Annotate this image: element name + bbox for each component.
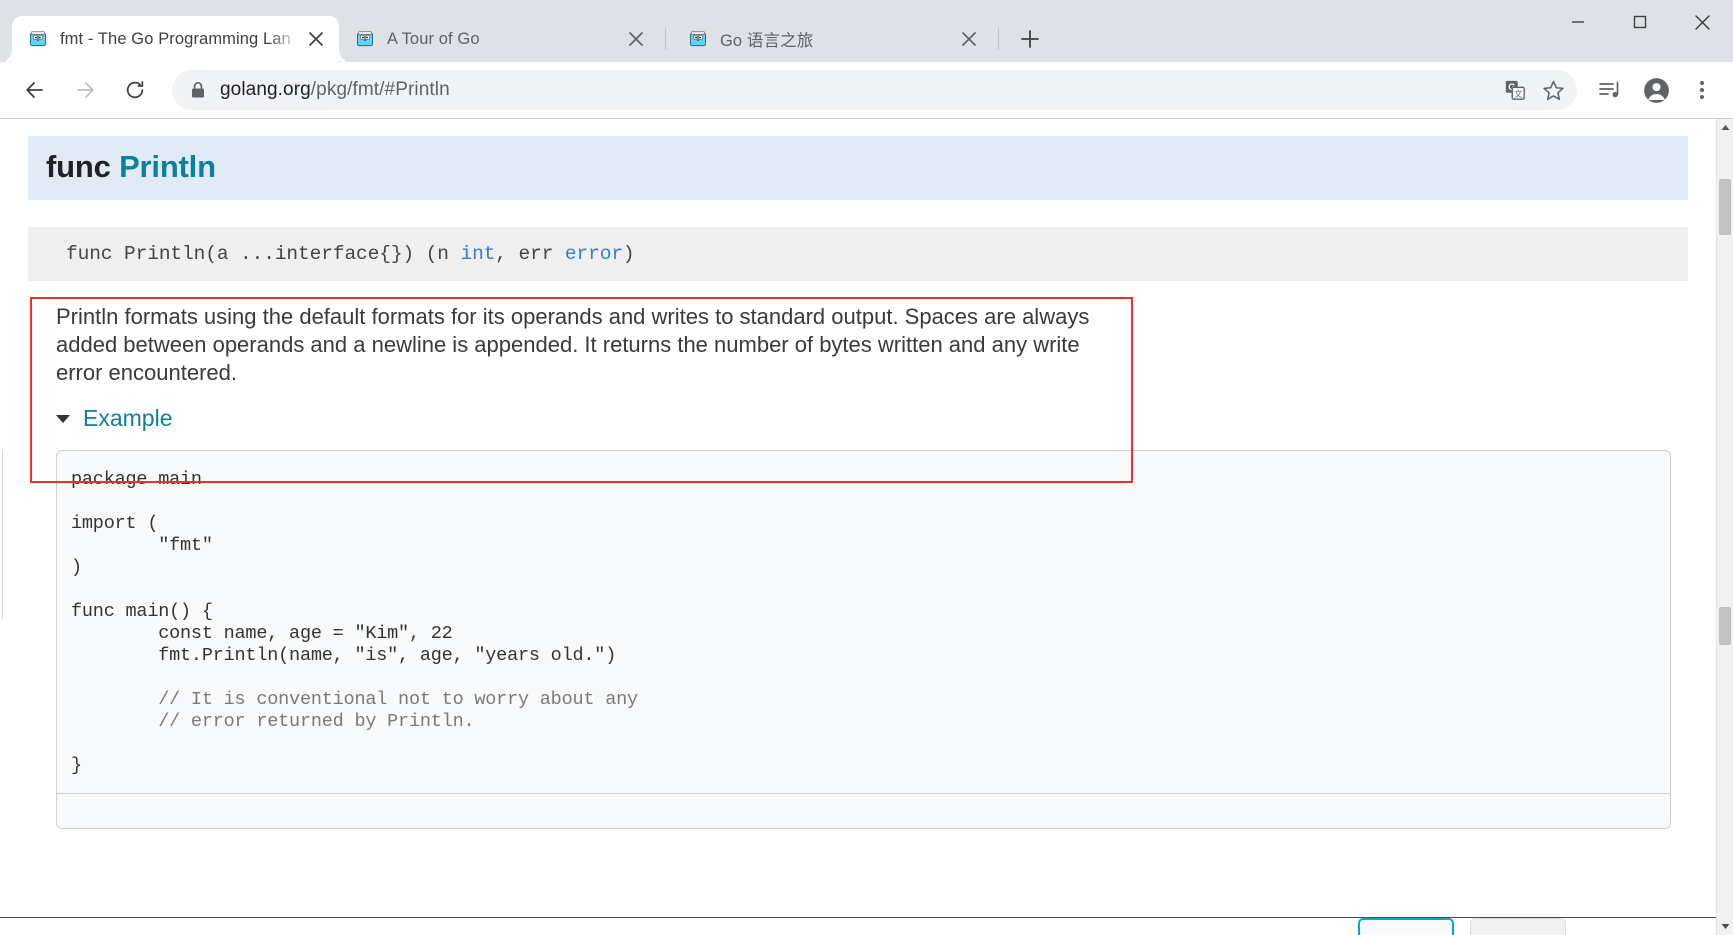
tab-title: Go 语言之旅	[720, 32, 814, 50]
gopher-icon	[688, 29, 708, 49]
scroll-down-arrow-icon[interactable]	[1717, 918, 1733, 935]
gopher-icon	[28, 29, 48, 49]
url-text: golang.org/pkg/fmt/#Println	[220, 79, 1495, 101]
media-playlist-icon[interactable]	[1589, 69, 1631, 111]
signature-part-2: , err	[495, 243, 565, 265]
example-action-bar	[0, 917, 1716, 935]
func-name: Println	[119, 149, 216, 184]
address-bar[interactable]: golang.org/pkg/fmt/#Println G 文	[172, 70, 1577, 110]
function-description: Println formats using the default format…	[56, 304, 1090, 386]
scroll-up-arrow-icon[interactable]	[1717, 119, 1733, 136]
gopher-icon	[355, 29, 375, 49]
three-dot-menu-icon[interactable]	[1681, 69, 1723, 111]
tab-title: A Tour of Go	[387, 29, 480, 48]
example-panel-footer	[57, 793, 1670, 829]
example-code-comment-2: // error returned by Println.	[158, 711, 475, 733]
tab-separator	[665, 28, 666, 50]
example-code-head: package main import ( "fmt" ) func main(…	[71, 469, 617, 667]
tab-a-tour-of-go[interactable]: A Tour of Go	[339, 16, 659, 62]
signature-part-1: func Println(a ...interface{}) (n	[66, 243, 461, 265]
maximize-icon[interactable]	[1609, 0, 1671, 44]
new-tab-button[interactable]	[1011, 20, 1049, 58]
browser-titlebar: fmt - The Go Programming Lan A Tour of G…	[0, 0, 1733, 62]
minimize-icon[interactable]	[1547, 0, 1609, 44]
example-toggle[interactable]: Example	[28, 405, 1688, 432]
function-signature: func Println(a ...interface{}) (n int, e…	[28, 227, 1688, 281]
run-button[interactable]	[1358, 918, 1454, 935]
web-page-content: func Println func Println(a ...interface…	[0, 119, 1716, 935]
scrollbar-thumb[interactable]	[1719, 179, 1731, 235]
scrollbar-thumb-secondary[interactable]	[1719, 607, 1731, 645]
vertical-scrollbar[interactable]	[1716, 119, 1733, 935]
url-path: /pkg/fmt/#Println	[310, 79, 450, 100]
page-title: func Println	[28, 136, 1688, 200]
type-link-int[interactable]: int	[460, 243, 495, 265]
url-host: golang.org	[220, 79, 311, 100]
close-icon[interactable]	[956, 26, 982, 52]
page-viewport: func Println func Println(a ...interface…	[0, 118, 1733, 935]
tab-title: fmt - The Go Programming Lan	[60, 29, 291, 48]
example-code-comment-1: // It is conventional not to worry about…	[158, 689, 638, 711]
go-doc-body: func Println func Println(a ...interface…	[0, 136, 1716, 830]
close-icon[interactable]	[1671, 0, 1733, 44]
browser-toolbar: golang.org/pkg/fmt/#Println G 文	[0, 62, 1733, 118]
translate-icon[interactable]: G 文	[1497, 72, 1533, 108]
example-code[interactable]: package main import ( "fmt" ) func main(…	[57, 451, 1670, 793]
browser-window: fmt - The Go Programming Lan A Tour of G…	[0, 0, 1733, 935]
example-code-tail: }	[71, 755, 82, 777]
forward-arrow-icon	[63, 68, 107, 112]
svg-text:文: 文	[1514, 89, 1522, 99]
signature-part-3: )	[622, 243, 635, 265]
tab-fmt-go-programming-language[interactable]: fmt - The Go Programming Lan	[12, 16, 339, 62]
format-button[interactable]	[1470, 918, 1566, 935]
type-link-error[interactable]: error	[565, 243, 623, 265]
tab-strip: fmt - The Go Programming Lan A Tour of G…	[0, 0, 1547, 62]
tab-separator	[998, 28, 999, 50]
back-arrow-icon[interactable]	[13, 68, 57, 112]
lock-icon	[190, 81, 206, 99]
profile-avatar-icon[interactable]	[1635, 69, 1677, 111]
chevron-down-icon	[56, 414, 70, 423]
star-icon[interactable]	[1535, 72, 1571, 108]
tab-go-language-tour-zh[interactable]: Go 语言之旅	[672, 16, 992, 62]
close-icon[interactable]	[303, 26, 329, 52]
window-controls	[1547, 0, 1733, 62]
close-icon[interactable]	[623, 26, 649, 52]
func-keyword: func	[46, 149, 120, 184]
reload-icon[interactable]	[113, 68, 157, 112]
example-label: Example	[83, 405, 173, 432]
example-panel: package main import ( "fmt" ) func main(…	[56, 450, 1671, 830]
